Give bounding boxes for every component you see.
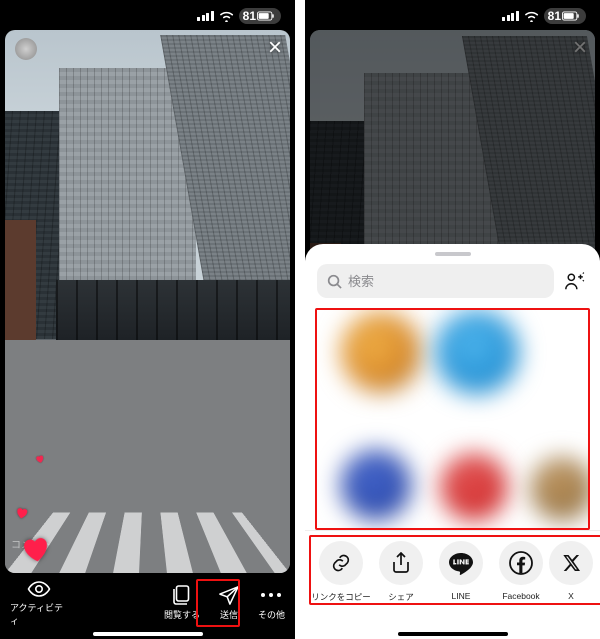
status-bar: 81 — [305, 6, 600, 26]
contact-avatar[interactable] — [341, 312, 421, 392]
search-box[interactable] — [317, 264, 554, 298]
people-grid[interactable] — [315, 308, 590, 530]
contact-avatar[interactable] — [441, 454, 507, 520]
eye-icon — [27, 580, 51, 598]
share-label: シェア — [388, 591, 414, 603]
avatar[interactable] — [15, 38, 37, 60]
send-icon — [218, 585, 240, 605]
sheet-grabber[interactable] — [435, 252, 471, 256]
browse-button[interactable]: 閲覧する — [164, 585, 200, 621]
add-people-button[interactable] — [562, 271, 588, 291]
battery-indicator: 81 — [239, 8, 281, 24]
home-indicator[interactable] — [398, 632, 508, 636]
status-bar: 81 — [0, 6, 295, 26]
facebook-icon — [509, 551, 533, 575]
close-icon[interactable]: × — [268, 36, 282, 60]
share-system[interactable]: シェア — [371, 541, 431, 603]
share-icon — [391, 552, 411, 574]
share-line[interactable]: LINE — [431, 541, 491, 603]
more-button[interactable]: その他 — [258, 585, 285, 621]
share-facebook[interactable]: Facebook — [491, 541, 551, 603]
contact-avatar[interactable] — [435, 310, 519, 394]
cellular-signal-icon — [502, 11, 519, 21]
share-x[interactable]: X — [551, 541, 591, 603]
add-people-icon — [564, 271, 586, 291]
cellular-signal-icon — [197, 11, 214, 21]
wifi-icon — [219, 11, 234, 22]
wifi-icon — [524, 11, 539, 22]
search-input[interactable] — [348, 274, 544, 289]
more-icon — [260, 585, 282, 605]
share-label: LINE — [452, 591, 471, 601]
link-icon — [330, 552, 352, 574]
story-viewport[interactable]: × コメント — [5, 30, 290, 573]
battery-indicator: 81 — [544, 8, 586, 24]
more-label: その他 — [258, 608, 285, 621]
line-icon — [448, 551, 474, 575]
share-label: Facebook — [502, 591, 539, 601]
share-sheet-screen: 81 × — [305, 0, 600, 639]
battery-percent: 81 — [243, 9, 256, 23]
story-header[interactable] — [15, 38, 37, 60]
share-label: リンクをコピー — [311, 591, 371, 603]
contact-avatar[interactable] — [531, 458, 590, 520]
send-button[interactable]: 送信 — [218, 585, 240, 621]
like-hearts[interactable] — [11, 487, 41, 563]
home-indicator[interactable] — [93, 632, 203, 636]
search-icon — [327, 274, 342, 289]
share-sheet: リンクをコピー シェア — [305, 244, 600, 639]
activity-label: アクティビティ — [10, 601, 68, 627]
activity-button[interactable]: アクティビティ — [10, 580, 68, 627]
contact-avatar[interactable] — [341, 450, 411, 520]
story-view-screen: 81 × コメント アクティビ — [0, 0, 295, 639]
share-label: X — [568, 591, 574, 601]
share-options-row: リンクをコピー シェア — [305, 530, 600, 619]
x-icon — [561, 553, 581, 573]
send-label: 送信 — [220, 608, 238, 621]
browse-label: 閲覧する — [164, 608, 200, 621]
battery-percent: 81 — [548, 9, 561, 23]
share-copy-link[interactable]: リンクをコピー — [311, 541, 371, 603]
story-action-bar: アクティビティ 閲覧する 送信 その他 — [0, 578, 295, 628]
cards-icon — [171, 585, 193, 605]
